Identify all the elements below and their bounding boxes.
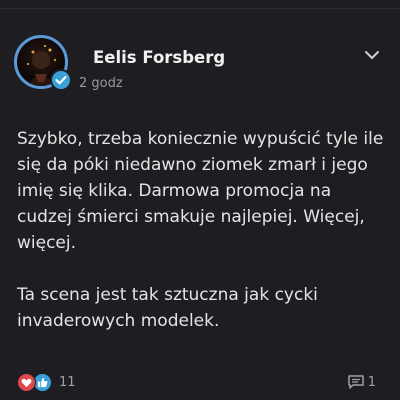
comments-count: 1	[367, 374, 376, 390]
post-footer: 11 1	[17, 373, 376, 393]
post-card: Eelis Forsberg 2 godz Szybko, trzeba kon…	[0, 8, 400, 400]
author-avatar[interactable]	[14, 35, 72, 91]
post-content: Szybko, trzeba koniecznie wypuścić tyle …	[17, 126, 389, 334]
reactions-count: 11	[59, 375, 76, 390]
post-timestamp[interactable]: 2 godz	[79, 76, 123, 91]
author-name[interactable]: Eelis Forsberg	[93, 48, 225, 67]
post-paragraph: Szybko, trzeba koniecznie wypuścić tyle …	[17, 129, 384, 253]
post-paragraph: Ta scena jest tak sztuczna jak cycki inv…	[17, 285, 318, 331]
post-header: Eelis Forsberg	[14, 35, 225, 91]
comments-button[interactable]: 1	[347, 374, 376, 390]
chevron-down-icon[interactable]	[364, 49, 380, 61]
reactions-summary[interactable]: 11	[17, 373, 76, 392]
comment-icon	[347, 375, 364, 389]
verified-badge-icon	[50, 69, 72, 91]
heart-icon	[17, 373, 36, 392]
